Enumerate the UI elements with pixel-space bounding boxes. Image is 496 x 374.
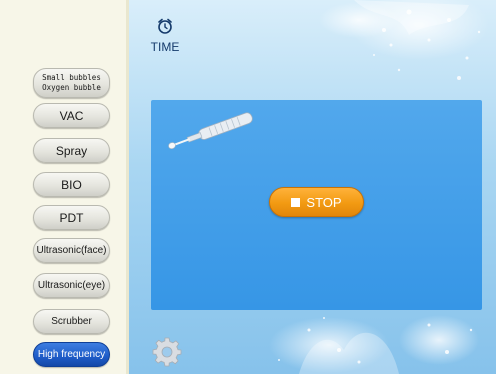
- mode-label: PDT: [59, 210, 84, 225]
- mode-label: BIO: [61, 177, 82, 192]
- mode-button-ultrasonic-face[interactable]: Ultrasonic(face): [33, 238, 110, 263]
- mode-button-scrubber[interactable]: Scrubber: [33, 309, 110, 334]
- mode-button-ultrasonic-eye[interactable]: Ultrasonic(eye): [33, 273, 110, 298]
- mode-button-spray[interactable]: Spray: [33, 138, 110, 163]
- time-label: TIME: [150, 40, 180, 54]
- mode-sidebar: Small bubbles Oxygen bubble VAC Spray BI…: [0, 0, 126, 374]
- alarm-clock-icon: [158, 18, 172, 34]
- stop-icon: [291, 197, 301, 207]
- mode-button-bio[interactable]: BIO: [33, 172, 110, 197]
- mode-label: VAC: [59, 108, 84, 123]
- high-frequency-probe-icon: [168, 112, 253, 149]
- mode-label: Small bubbles: [42, 73, 101, 82]
- mode-label: Ultrasonic(face): [36, 245, 107, 256]
- mode-button-small-bubbles[interactable]: Small bubbles Oxygen bubble: [33, 68, 110, 98]
- stop-label: STOP: [306, 194, 342, 210]
- main-area: TIME STOP: [129, 0, 496, 374]
- mode-button-high-frequency[interactable]: High frequency: [33, 342, 110, 367]
- treatment-panel: STOP: [151, 100, 482, 310]
- mode-button-vac[interactable]: VAC: [33, 103, 110, 128]
- timer-display[interactable]: TIME: [145, 18, 185, 54]
- stop-button[interactable]: STOP: [269, 187, 364, 217]
- mode-label: Spray: [55, 143, 88, 158]
- gear-icon[interactable]: [151, 336, 183, 368]
- mode-label: Ultrasonic(eye): [37, 280, 106, 291]
- mode-label-secondary: Oxygen bubble: [42, 83, 101, 92]
- mode-label: Scrubber: [51, 316, 92, 327]
- mode-label: High frequency: [37, 349, 106, 360]
- mode-button-pdt[interactable]: PDT: [33, 205, 110, 230]
